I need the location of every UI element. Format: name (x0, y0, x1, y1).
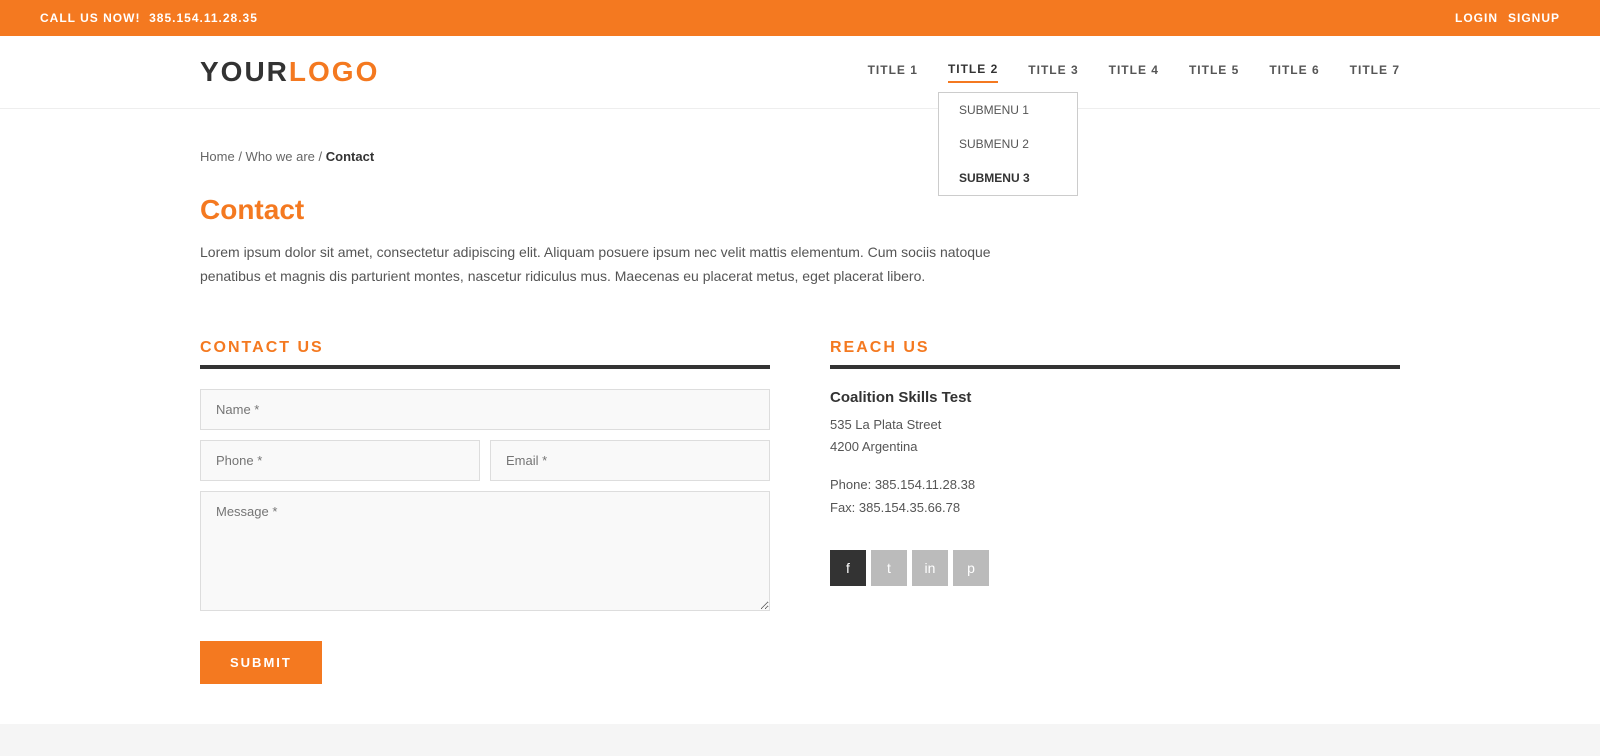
breadcrumb: Home / Who we are / Contact (200, 149, 1400, 164)
page-title: Contact (200, 194, 1400, 226)
address-line1: 535 La Plata Street (830, 414, 1400, 436)
nav-title7[interactable]: TITLE 7 (1350, 63, 1400, 82)
dropdown-submenu2[interactable]: SUBMENU 2 (939, 127, 1077, 161)
message-field-group (200, 491, 770, 616)
auth-links: LOGIN SIGNUP (1455, 11, 1560, 25)
nav-title6[interactable]: TITLE 6 (1269, 63, 1319, 82)
dropdown-submenu3[interactable]: SUBMENU 3 (939, 161, 1077, 195)
nav-title1[interactable]: TITLE 1 (868, 63, 918, 82)
contact-divider (200, 365, 770, 369)
contact-form-section: CONTACT US SUBMIT (200, 339, 770, 684)
nav-title4[interactable]: TITLE 4 (1109, 63, 1159, 82)
logo[interactable]: YOURLOGO (200, 56, 379, 88)
message-input[interactable] (200, 491, 770, 611)
name-input[interactable] (200, 389, 770, 430)
top-bar: CALL US NOW! 385.154.11.28.35 LOGIN SIGN… (0, 0, 1600, 36)
twitter-icon[interactable]: t (871, 550, 907, 586)
email-input[interactable] (490, 440, 770, 481)
facebook-letter: f (846, 560, 850, 576)
reach-us-section: REACH US Coalition Skills Test 535 La Pl… (830, 339, 1400, 684)
signup-link[interactable]: SIGNUP (1508, 11, 1560, 25)
nav-title3[interactable]: TITLE 3 (1028, 63, 1078, 82)
twitter-letter: t (887, 560, 891, 576)
pinterest-letter: p (967, 560, 975, 576)
breadcrumb-who-we-are[interactable]: Who we are (246, 149, 315, 164)
contact-info: Phone: 385.154.11.28.38 Fax: 385.154.35.… (830, 473, 1400, 520)
org-name: Coalition Skills Test (830, 389, 1400, 406)
submit-button[interactable]: SUBMIT (200, 641, 322, 684)
nav-title5[interactable]: TITLE 5 (1189, 63, 1239, 82)
phone-email-row (200, 440, 770, 481)
phone-number: 385.154.11.28.35 (149, 11, 258, 25)
address-line2: 4200 Argentina (830, 436, 1400, 458)
linkedin-letter: in (925, 560, 936, 576)
main-content: Home / Who we are / Contact Contact Lore… (0, 109, 1600, 724)
call-us-text: CALL US NOW! 385.154.11.28.35 (40, 11, 258, 25)
call-label: CALL US NOW! (40, 11, 140, 25)
reach-us-title: REACH US (830, 339, 1400, 357)
org-address: 535 La Plata Street 4200 Argentina (830, 414, 1400, 458)
nav-title2[interactable]: TITLE 2 (948, 62, 998, 83)
main-nav: TITLE 1 TITLE 2 SUBMENU 1 SUBMENU 2 SUBM… (868, 62, 1400, 83)
phone-input[interactable] (200, 440, 480, 481)
dropdown-submenu1[interactable]: SUBMENU 1 (939, 93, 1077, 127)
fax-info: Fax: 385.154.35.66.78 (830, 496, 1400, 519)
pinterest-icon[interactable]: p (953, 550, 989, 586)
breadcrumb-current: Contact (326, 149, 374, 164)
dropdown-menu: SUBMENU 1 SUBMENU 2 SUBMENU 3 (938, 92, 1078, 196)
linkedin-icon[interactable]: in (912, 550, 948, 586)
logo-logo: LOGO (289, 56, 379, 87)
nav-title2-container: TITLE 2 SUBMENU 1 SUBMENU 2 SUBMENU 3 (948, 62, 998, 83)
reach-us-divider (830, 365, 1400, 369)
phone-info: Phone: 385.154.11.28.38 (830, 473, 1400, 496)
contact-us-title: CONTACT US (200, 339, 770, 357)
login-link[interactable]: LOGIN (1455, 11, 1498, 25)
logo-your: YOUR (200, 56, 289, 87)
name-field-group (200, 389, 770, 430)
page-description: Lorem ipsum dolor sit amet, consectetur … (200, 241, 1020, 289)
two-column-layout: CONTACT US SUBMIT REACH US Coalition Ski… (200, 339, 1400, 684)
breadcrumb-home[interactable]: Home (200, 149, 235, 164)
header: YOURLOGO TITLE 1 TITLE 2 SUBMENU 1 SUBME… (0, 36, 1600, 109)
facebook-icon[interactable]: f (830, 550, 866, 586)
social-icons: f t in p (830, 550, 1400, 586)
